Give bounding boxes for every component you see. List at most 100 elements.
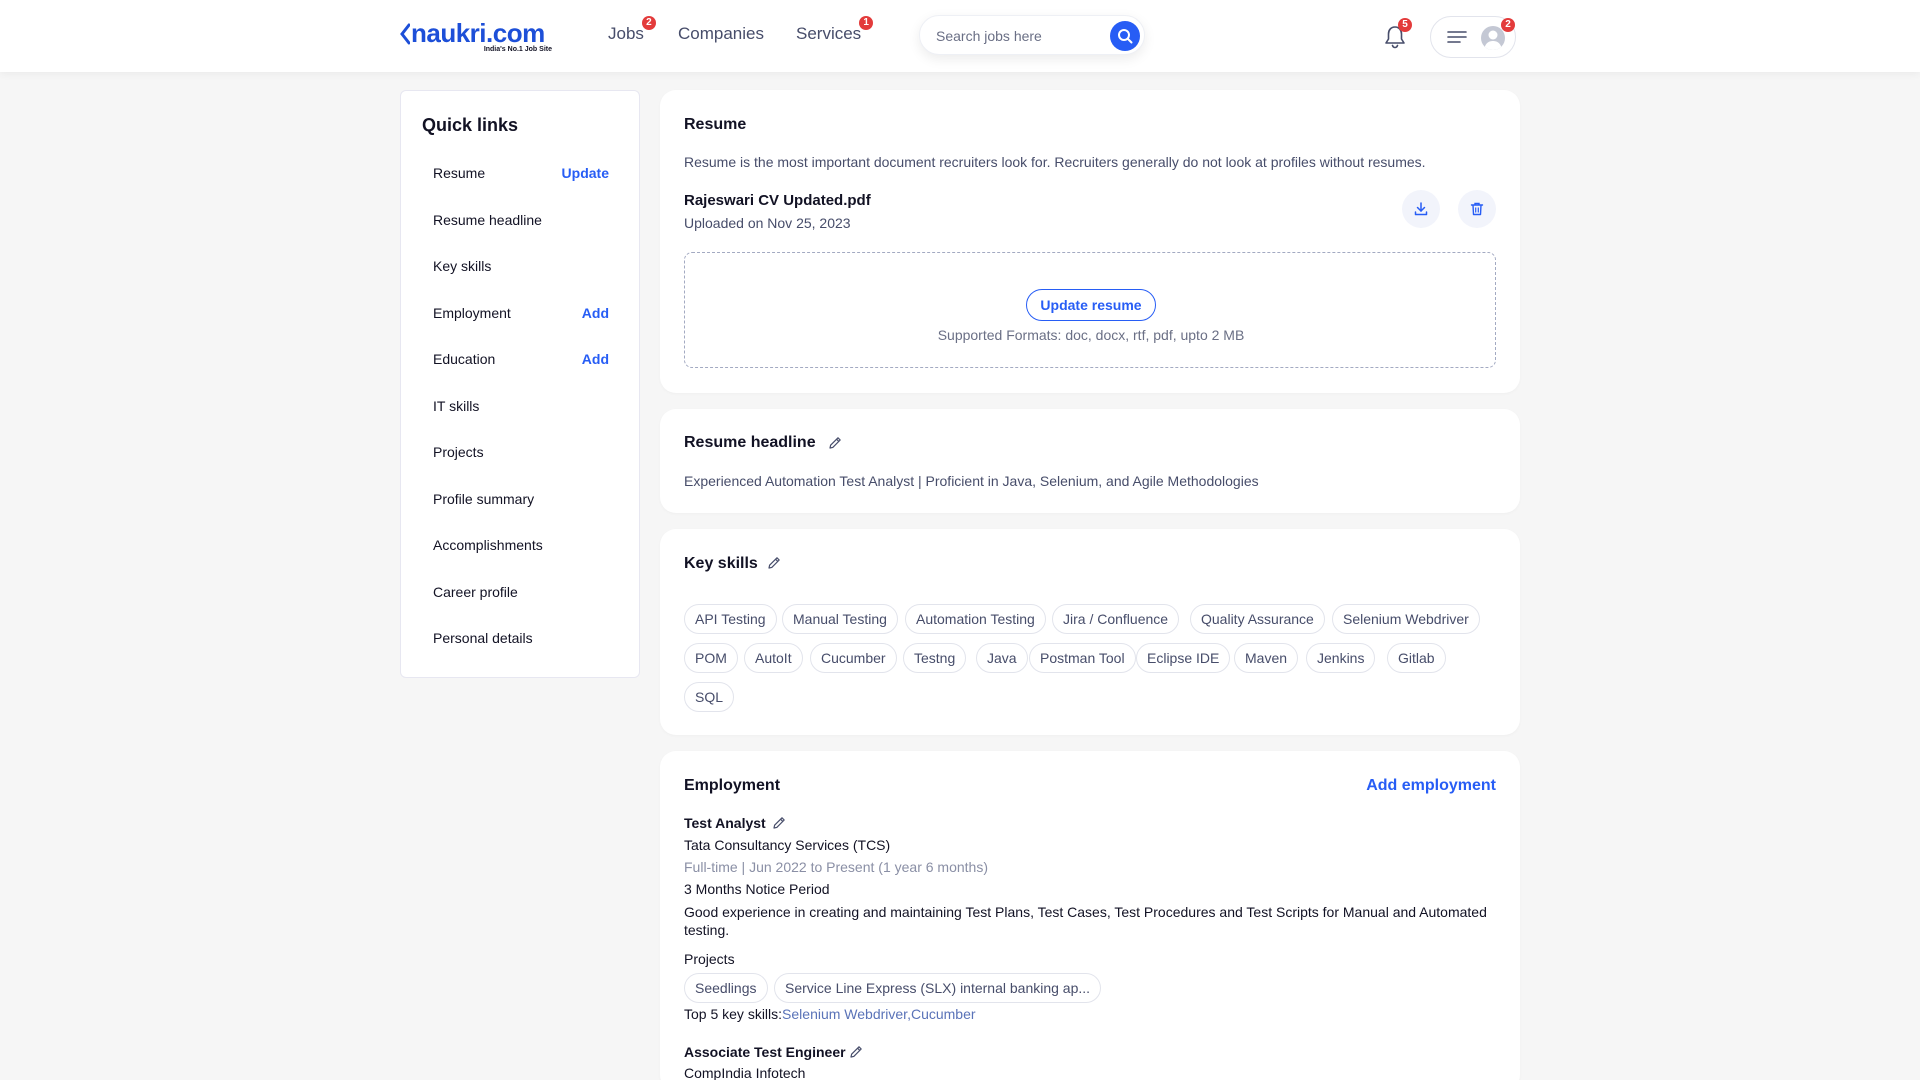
naukri-logo[interactable]: naukri.com India's No.1 Job Site xyxy=(400,18,552,53)
skill-chip[interactable]: Jenkins xyxy=(1306,643,1376,673)
nav-services-badge: 1 xyxy=(859,16,874,30)
skill-chip[interactable]: Eclipse IDE xyxy=(1136,643,1231,673)
quick-links-panel: Quick links Resume Update Resume headlin… xyxy=(400,90,640,678)
notification-count-badge: 5 xyxy=(1398,18,1412,32)
skill-chip[interactable]: Postman Tool xyxy=(1029,643,1136,673)
search-bar xyxy=(919,15,1145,55)
skill-chip[interactable]: Jira / Confluence xyxy=(1052,604,1180,634)
hamburger-menu-icon xyxy=(1447,29,1467,45)
quick-link-label: Accomplishments xyxy=(433,537,543,553)
job-company: CompIndia Infotech xyxy=(684,1065,806,1080)
quick-link-personal-details[interactable]: Personal details xyxy=(433,630,609,652)
project-chip[interactable]: Service Line Express (SLX) internal bank… xyxy=(774,973,1102,1003)
quick-link-resume-headline[interactable]: Resume headline xyxy=(433,212,609,234)
update-resume-button[interactable]: Update resume xyxy=(1026,289,1156,321)
download-resume-button[interactable] xyxy=(1402,190,1440,228)
edit-key-skills-pencil-icon[interactable] xyxy=(766,555,782,571)
job-duration: Full-time | Jun 2022 to Present (1 year … xyxy=(684,859,988,875)
skill-chip[interactable]: Testng xyxy=(903,643,967,673)
resume-headline-title: Resume headline xyxy=(684,434,816,451)
key-skills-title: Key skills xyxy=(684,555,758,572)
quick-link-projects[interactable]: Projects xyxy=(433,444,609,466)
quick-link-resume[interactable]: Resume Update xyxy=(433,165,609,187)
skill-chip[interactable]: API Testing xyxy=(684,604,777,634)
download-icon xyxy=(1414,202,1428,216)
trash-icon xyxy=(1470,202,1484,216)
skill-chip[interactable]: Automation Testing xyxy=(905,604,1046,634)
skill-chip[interactable]: Gitlab xyxy=(1387,643,1446,673)
employment-title: Employment xyxy=(684,777,781,794)
quick-link-employment-add-link[interactable]: Add xyxy=(582,305,609,321)
nav-jobs-label: Jobs xyxy=(608,24,644,43)
skill-chip[interactable]: Maven xyxy=(1234,643,1299,673)
job-company: Tata Consultancy Services (TCS) xyxy=(684,837,891,853)
quick-link-label: Projects xyxy=(433,444,484,460)
nav-companies-label: Companies xyxy=(678,24,764,43)
quick-link-label: Education xyxy=(433,351,496,367)
quick-link-profile-summary[interactable]: Profile summary xyxy=(433,491,609,513)
nav-services[interactable]: Services 1 xyxy=(796,16,874,44)
resume-upload-date: Uploaded on Nov 25, 2023 xyxy=(684,215,851,231)
add-employment-button[interactable]: Add employment xyxy=(1366,777,1496,795)
skill-chip[interactable]: Quality Assurance xyxy=(1190,604,1325,634)
nav-services-label: Services xyxy=(796,24,862,43)
skill-chip[interactable]: Manual Testing xyxy=(782,604,898,634)
quick-link-resume-update-link[interactable]: Update xyxy=(562,165,609,181)
top-navigation-bar: naukri.com India's No.1 Job Site Jobs 2 … xyxy=(0,0,1920,72)
quick-link-education[interactable]: Education Add xyxy=(433,351,609,373)
quick-link-career-profile[interactable]: Career profile xyxy=(433,584,609,606)
resume-upload-dropzone[interactable]: Update resume Supported Formats: doc, do… xyxy=(684,252,1496,368)
resume-headline-card: Resume headline Experienced Automation T… xyxy=(660,409,1520,513)
edit-headline-pencil-icon[interactable] xyxy=(827,435,843,451)
avatar xyxy=(1481,26,1505,50)
quick-link-label: Career profile xyxy=(433,584,518,600)
top-skills-label: Top 5 key skills: xyxy=(684,1006,783,1022)
quick-link-employment[interactable]: Employment Add xyxy=(433,305,609,327)
job-top-skills: Top 5 key skills:Selenium Webdriver,Cucu… xyxy=(684,1006,976,1022)
quick-link-label: Resume headline xyxy=(433,212,542,228)
delete-resume-button[interactable] xyxy=(1458,190,1496,228)
quick-link-key-skills[interactable]: Key skills xyxy=(433,258,609,280)
nav-companies[interactable]: Companies xyxy=(678,24,764,44)
quick-link-label: Profile summary xyxy=(433,491,535,507)
key-skills-card: Key skills API Testing Manual Testing Au… xyxy=(660,529,1520,735)
job-description: Good experience in creating and maintain… xyxy=(684,904,1487,938)
supported-formats-text: Supported Formats: doc, docx, rtf, pdf, … xyxy=(937,327,1245,343)
nav-jobs-badge: 2 xyxy=(641,16,656,30)
quick-link-label: Employment xyxy=(433,305,511,321)
profile-menu-badge: 2 xyxy=(1501,18,1515,32)
project-chip[interactable]: Seedlings xyxy=(684,973,768,1003)
skill-chip[interactable]: AutoIt xyxy=(744,643,803,673)
search-input[interactable] xyxy=(936,26,1096,46)
job-role: Test Analyst xyxy=(684,815,766,831)
quick-link-label: IT skills xyxy=(433,398,480,414)
nav-jobs[interactable]: Jobs 2 xyxy=(608,16,656,44)
quick-link-label: Resume xyxy=(433,165,486,181)
skill-chip[interactable]: Cucumber xyxy=(810,643,897,673)
job-role: Associate Test Engineer xyxy=(684,1044,846,1060)
logo-text: naukri.com xyxy=(411,18,545,48)
quick-links-title: Quick links xyxy=(422,115,519,135)
edit-employment-pencil-icon[interactable] xyxy=(848,1044,864,1060)
edit-employment-pencil-icon[interactable] xyxy=(771,815,787,831)
job-projects-label: Projects xyxy=(684,951,735,967)
skill-chip[interactable]: SQL xyxy=(684,682,735,712)
quick-link-label: Personal details xyxy=(433,630,533,646)
resume-headline-text: Experienced Automation Test Analyst | Pr… xyxy=(684,473,1259,489)
quick-link-accomplishments[interactable]: Accomplishments xyxy=(433,537,609,559)
resume-description: Resume is the most important document re… xyxy=(684,154,1426,170)
skill-chip[interactable]: POM xyxy=(684,643,738,673)
search-icon xyxy=(1117,28,1133,44)
logo-tagline: India's No.1 Job Site xyxy=(483,46,552,53)
quick-link-it-skills[interactable]: IT skills xyxy=(433,398,609,420)
skill-chip[interactable]: Selenium Webdriver xyxy=(1332,604,1480,634)
skill-chip[interactable]: Java xyxy=(976,643,1028,673)
resume-file-name[interactable]: Rajeswari CV Updated.pdf xyxy=(684,192,871,209)
quick-link-education-add-link[interactable]: Add xyxy=(582,351,609,367)
job-notice-period: 3 Months Notice Period xyxy=(684,881,830,897)
employment-card: Employment Add employment Test Analyst T… xyxy=(660,751,1520,1080)
naukri-logo-mark-icon xyxy=(400,23,411,45)
resume-title: Resume xyxy=(684,116,747,133)
search-button[interactable] xyxy=(1110,21,1140,51)
quick-link-label: Key skills xyxy=(433,258,492,274)
